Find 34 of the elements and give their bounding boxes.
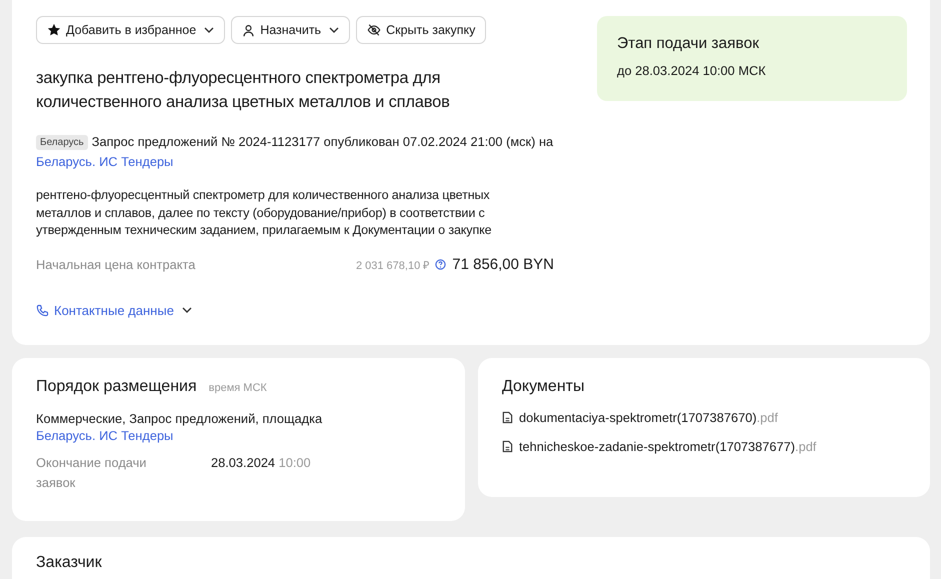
placement-info: Коммерческие, Запрос предложений, площадка Беларусь. ИС Тендеры [36,410,324,444]
favorite-button[interactable]: Добавить в избранное [36,16,226,44]
publication-info: Беларусь Запрос предложений № 2024-1123177 опубликован 07.02.2024 21:00 (мск) на Беларусь. ИС Тендеры [36,133,554,171]
procurement-title: закупка рентгено-флуоресцентного спектрометра для количественного анализа цветных металлов и сплавов [36,68,451,113]
phone-icon [36,304,49,316]
stage-deadline: до 28.03.2024 10:00 МСК [617,63,767,78]
converted-price: 2 031 678,10 ₽ [356,258,430,272]
chevron-down-icon [329,27,340,33]
stage-title: Этап подачи заявок [617,35,760,53]
eye-crossed-icon [367,23,382,37]
document-icon [502,411,513,424]
chevron-down-icon [204,27,214,33]
section-title: Порядок размещения [36,378,197,396]
document-link[interactable]: tehnicheskoe-zadanie-spektrometr(1707387677).pdf [502,439,906,454]
platform-link[interactable]: Беларусь. ИС Тендеры [36,428,174,443]
section-title: Заказчик [36,554,102,572]
hide-button[interactable]: Скрыть закупку [356,16,486,44]
help-icon[interactable] [435,258,446,270]
star-icon [47,23,61,37]
chevron-down-icon [182,307,192,313]
assign-button[interactable]: Назначить [231,16,350,44]
timezone-note: время МСК [208,382,267,394]
section-title: Документы [502,378,584,396]
region-badge: Беларусь [36,135,88,150]
contract-price: 71 856,00 BYN [452,256,554,272]
price-label: Начальная цена контракта [36,256,196,272]
person-icon [242,24,256,36]
document-icon [502,440,513,453]
procurement-description: рентгено-флуоресцентный спектрометр для количественного анализа цветных металлов и сплавов, далее по тексту (оборудование/прибор) в соответствии с утвержденным техническим заданием, прилагаемым к Документации о закупке [36,187,492,239]
deadline-label: Окончание подачи заявок [36,454,148,492]
contacts-link[interactable]: Контактные данные [36,302,192,318]
platform-link[interactable]: Беларусь. ИС Тендеры [36,154,174,169]
document-link[interactable]: dokumentaciya-spektrometr(1707387670).pdf [502,410,906,425]
deadline-value: 28.03.2024 10:00 [211,454,312,472]
